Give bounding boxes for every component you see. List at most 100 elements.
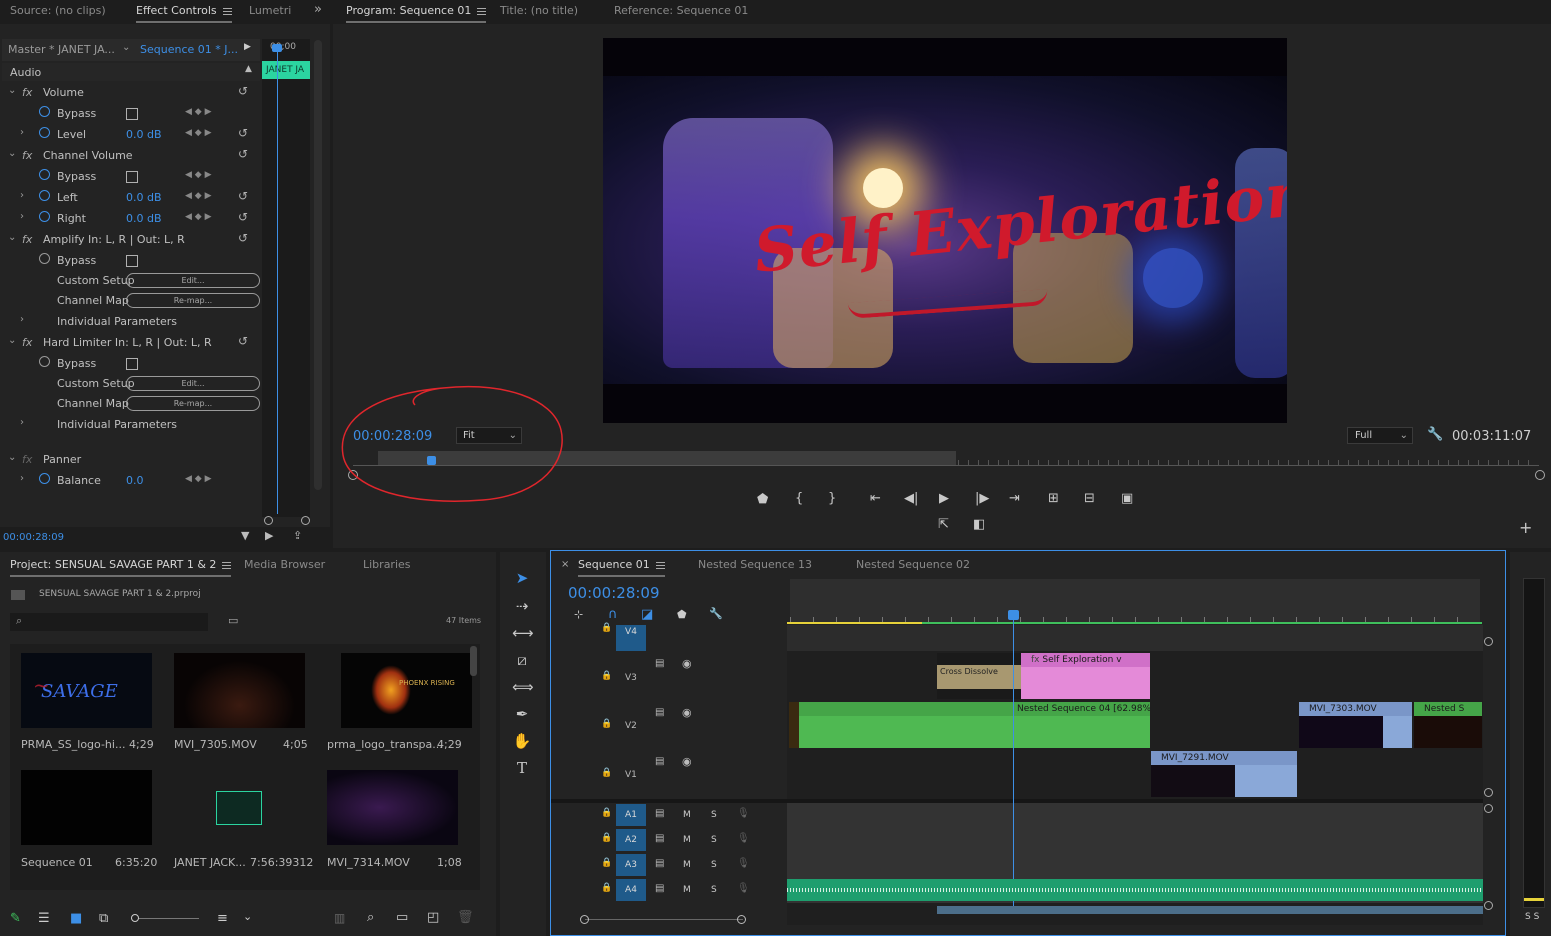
chevron-down-icon[interactable]: ⌄ (243, 910, 252, 923)
thumb-mvi7305[interactable] (174, 653, 305, 728)
mark-in-icon[interactable]: { (795, 491, 803, 506)
new-bin-icon[interactable]: ▭ (228, 614, 238, 627)
remap-button[interactable]: Re-map... (126, 293, 260, 308)
param-bypass[interactable]: Bypass ◀ ◆ ▶ (0, 104, 260, 124)
lock-icon[interactable]: 🔒 (601, 858, 612, 868)
sequence-clip-label[interactable]: Sequence 01 * J... (140, 43, 238, 56)
icon-view-icon[interactable]: ■ (70, 911, 82, 926)
film-icon[interactable]: ▤ (655, 808, 664, 819)
eye-icon[interactable]: ◉ (682, 657, 692, 670)
mini-playhead[interactable] (277, 44, 278, 514)
effect-hard-limiter[interactable]: ⌄ fx Hard Limiter In: L, R | Out: L, R ↺ (0, 333, 260, 353)
mini-clip[interactable]: JANET JA (262, 61, 310, 79)
insert-icon[interactable]: ⇱ (938, 517, 949, 532)
search-input[interactable]: ⌕ (10, 613, 208, 631)
extract-icon[interactable]: ⊟ (1084, 491, 1095, 506)
lock-icon[interactable]: 🔒 (601, 671, 612, 681)
chevron-down-icon[interactable]: ⌄ (122, 42, 130, 53)
clip-nested-04[interactable]: Nested Sequence 04 [62.98%] (799, 702, 1150, 748)
playhead-head[interactable] (1008, 610, 1019, 620)
tab-title[interactable]: Title: (no title) (500, 4, 578, 17)
edit-button[interactable]: Edit... (126, 273, 260, 288)
solo-button[interactable]: S (711, 885, 717, 895)
scrollbar[interactable] (470, 646, 477, 676)
play-icon[interactable]: ▶ (939, 491, 949, 506)
tab-media-browser[interactable]: Media Browser (244, 558, 325, 571)
mute-button[interactable]: M (683, 885, 691, 895)
timeline-timecode[interactable]: 00:00:28:09 (568, 584, 660, 602)
play-mini-icon[interactable]: ▶ (244, 42, 251, 52)
effect-volume[interactable]: ⌄ fx Volume ↺ (0, 83, 260, 103)
new-bin-icon[interactable]: ▭ (396, 910, 408, 925)
go-to-in-icon[interactable]: ⇤ (870, 491, 881, 506)
ripple-edit-tool-icon[interactable]: ⟷ (512, 624, 534, 644)
timeline-zoom-bar[interactable] (585, 919, 743, 920)
track-a2-label[interactable]: A2 (616, 829, 646, 851)
linked-selection-icon[interactable]: ◪ (641, 607, 653, 622)
thumb-phoenix[interactable]: PHOENX RISING (341, 653, 472, 728)
sort-icon[interactable]: ≡ (217, 911, 228, 926)
audio-clips-lower[interactable] (937, 906, 1483, 914)
effect-amplify[interactable]: ⌄ fx Amplify In: L, R | Out: L, R ↺ (0, 230, 260, 250)
param-bypass[interactable]: Bypass ◀ ◆ ▶ (0, 167, 260, 187)
tab-lumetri[interactable]: Lumetri (249, 4, 291, 17)
track-select-tool-icon[interactable]: ⇢ (512, 597, 532, 617)
track-a1-label[interactable]: A1 (616, 804, 646, 826)
tab-project[interactable]: Project: SENSUAL SAVAGE PART 1 & 2 (10, 558, 232, 577)
solo-button[interactable]: S (711, 860, 717, 870)
hand-tool-icon[interactable]: ✋ (512, 732, 532, 752)
wrench-icon[interactable]: 🔧 (1427, 427, 1443, 442)
lock-icon[interactable]: 🔒 (601, 833, 612, 843)
find-icon[interactable]: ⌕ (367, 910, 374, 925)
effect-channel-volume[interactable]: ⌄ fx Channel Volume ↺ (0, 146, 260, 166)
microphone-icon[interactable]: 🎙 (737, 833, 750, 844)
snap-icon[interactable]: ∩ (608, 607, 618, 622)
lock-icon[interactable]: 🔒 (601, 623, 612, 633)
film-icon[interactable]: ▤ (655, 707, 664, 718)
eye-icon[interactable]: ◉ (682, 706, 692, 719)
film-icon[interactable]: ▤ (655, 833, 664, 844)
add-button-icon[interactable]: + (1519, 518, 1532, 537)
param-level[interactable]: › Level 0.0 dB ◀ ◆ ▶ ↺ (0, 125, 260, 145)
tab-sequence01[interactable]: Sequence 01 (578, 558, 665, 577)
slip-tool-icon[interactable]: ⟺ (512, 678, 534, 698)
lift-icon[interactable]: ⊞ (1048, 491, 1059, 506)
lock-icon[interactable]: 🔒 (601, 719, 612, 729)
microphone-icon[interactable]: 🎙 (737, 883, 750, 894)
tab-program[interactable]: Program: Sequence 01 (346, 4, 487, 23)
mute-button[interactable]: M (683, 835, 691, 845)
bypass-checkbox[interactable] (126, 108, 138, 120)
collapse-up-icon[interactable]: ▲ (245, 64, 252, 74)
param-right[interactable]: › Right 0.0 dB ◀ ◆ ▶ ↺ (0, 209, 260, 229)
bypass-checkbox[interactable] (126, 358, 138, 370)
lock-icon[interactable]: 🔒 (601, 768, 612, 778)
param-individual[interactable]: › Individual Parameters (0, 415, 260, 435)
param-individual[interactable]: › Individual Parameters (0, 312, 260, 332)
lock-icon[interactable]: 🔒 (601, 808, 612, 818)
param-bypass[interactable]: Bypass (0, 354, 260, 374)
clip-mvi7291[interactable]: MVI_7291.MOV (1151, 751, 1297, 797)
tab-effect-controls[interactable]: Effect Controls (136, 4, 232, 23)
mark-out-icon[interactable]: } (828, 491, 836, 506)
mute-button[interactable]: M (683, 860, 691, 870)
effect-panner[interactable]: ⌄ fx Panner (0, 450, 260, 470)
remap-button[interactable]: Re-map... (126, 396, 260, 411)
tab-nested02[interactable]: Nested Sequence 02 (856, 558, 970, 571)
thumb-sequence01[interactable] (21, 770, 152, 845)
clip-nested-s[interactable]: Nested S (1414, 702, 1482, 748)
tab-source[interactable]: Source: (no clips) (10, 4, 106, 17)
eye-icon[interactable]: ◉ (682, 755, 692, 768)
thumb-mvi7314[interactable] (327, 770, 458, 845)
nest-toggle-icon[interactable]: ⊹ (574, 608, 583, 621)
step-forward-icon[interactable]: |▶ (975, 491, 989, 506)
overwrite-icon[interactable]: ◧ (973, 517, 985, 532)
film-icon[interactable]: ▤ (655, 658, 664, 669)
track-a3-label[interactable]: A3 (616, 854, 646, 876)
microphone-icon[interactable]: 🎙 (737, 858, 750, 869)
solo-button[interactable]: S (711, 835, 717, 845)
clip-mvi7303[interactable]: MVI_7303.MOV (1299, 702, 1412, 748)
work-area-bar[interactable] (787, 622, 922, 624)
meter-solo-labels[interactable]: S S (1525, 912, 1539, 922)
list-view-icon[interactable]: ☰ (38, 911, 50, 926)
close-icon[interactable]: × (561, 559, 569, 570)
